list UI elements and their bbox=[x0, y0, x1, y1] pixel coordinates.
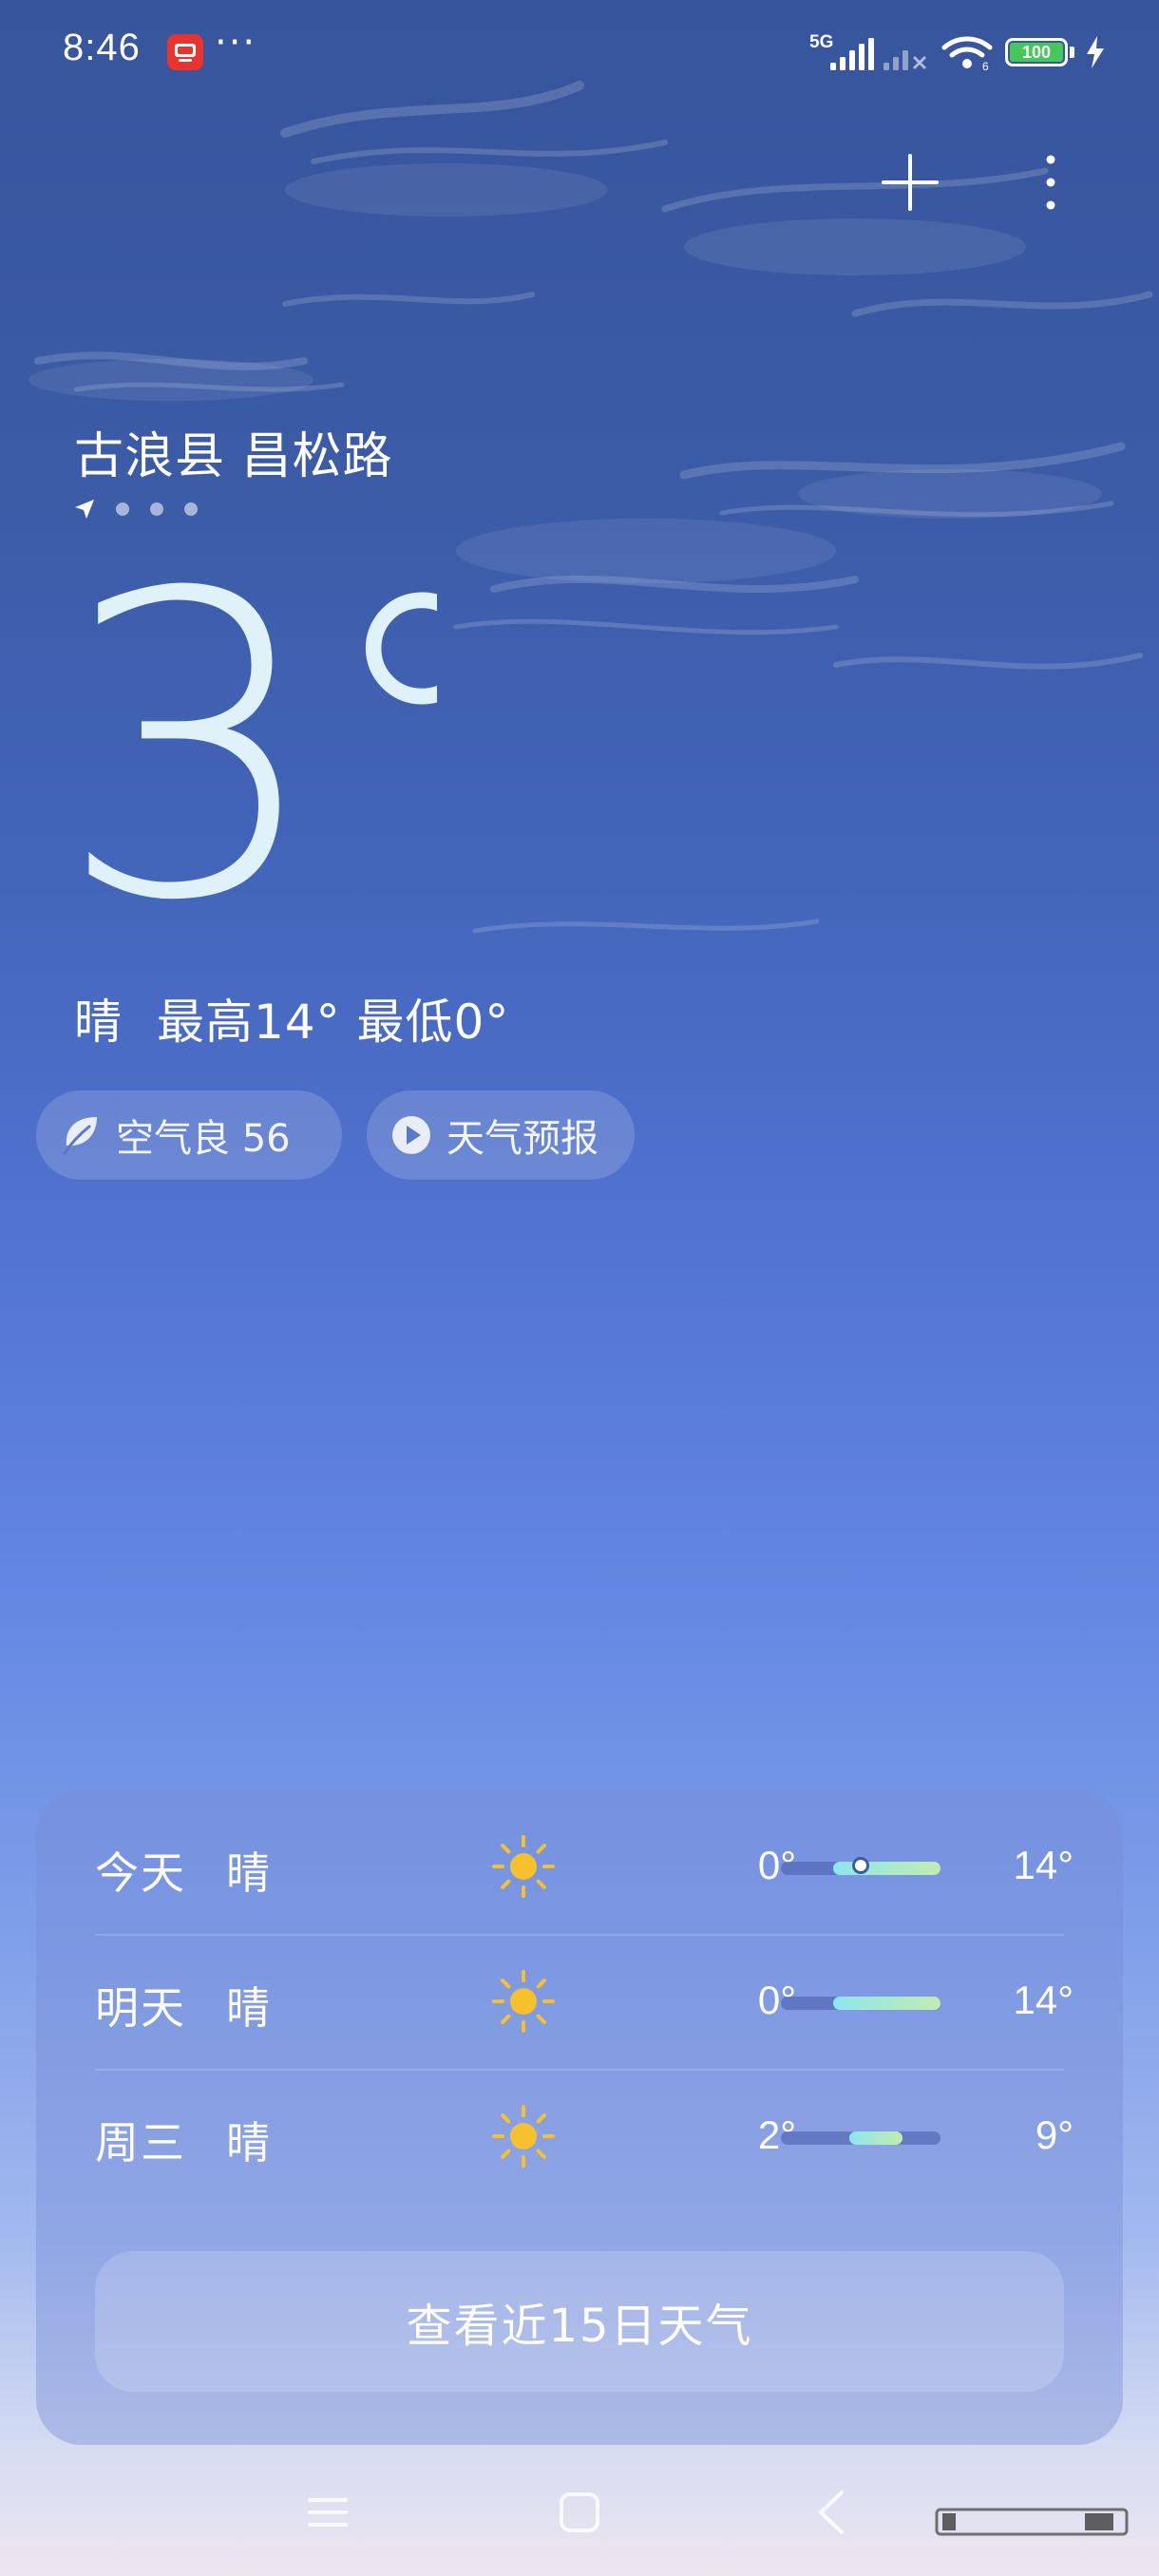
current-temperature-value: 3° bbox=[57, 541, 437, 940]
forecast-row[interactable]: 今天 晴 0° 14° bbox=[36, 1799, 1123, 1934]
weather-forecast-video-chip[interactable]: 天气预报 bbox=[367, 1090, 635, 1180]
temperature-range-fill bbox=[849, 2131, 902, 2145]
battery-tip bbox=[1070, 47, 1074, 58]
play-icon bbox=[392, 1116, 430, 1154]
forecast-row[interactable]: 周三 晴 2° 9° bbox=[36, 2069, 1123, 2204]
temperature-range-bar bbox=[781, 1857, 940, 1875]
current-temp-marker bbox=[852, 1857, 869, 1874]
page-dot bbox=[150, 502, 163, 516]
location-title[interactable]: 古浪县 昌松路 bbox=[74, 416, 393, 487]
forecast-day: 周三 bbox=[95, 2117, 186, 2169]
notification-app-icon bbox=[167, 34, 203, 70]
charging-icon bbox=[1087, 36, 1104, 68]
battery-level: 100 bbox=[1010, 43, 1063, 62]
view-15-day-forecast-button[interactable]: 查看近15日天气 bbox=[95, 2251, 1064, 2392]
forecast-condition: 晴 bbox=[226, 1847, 270, 1899]
forecast-condition: 晴 bbox=[226, 2117, 270, 2169]
air-quality-chip[interactable]: 空气良 56 bbox=[36, 1090, 342, 1180]
page-dot bbox=[116, 502, 129, 516]
temperature-range-fill bbox=[833, 1997, 940, 2010]
status-time: 8:46 bbox=[63, 27, 141, 68]
forecast-row[interactable]: 明天 晴 0° 14° bbox=[36, 1934, 1123, 2069]
app-logo-icon bbox=[175, 44, 196, 62]
forecast-day: 明天 bbox=[95, 1982, 186, 2034]
navigation-hint-icon bbox=[935, 2508, 1129, 2536]
temperature-range-bar bbox=[781, 1997, 940, 2010]
forecast-high-temp: 14° bbox=[1013, 1843, 1074, 1887]
signal-secondary-icon bbox=[884, 50, 927, 70]
forecast-day: 今天 bbox=[95, 1847, 186, 1899]
air-quality-label: 空气良 56 bbox=[116, 1117, 291, 1161]
high-low-temperature: 最高14° 最低0° bbox=[157, 994, 510, 1050]
forecast-condition: 晴 bbox=[226, 1982, 270, 2034]
forecast-high-temp: 9° bbox=[1035, 2112, 1074, 2157]
forecast-high-temp: 14° bbox=[1013, 1978, 1074, 2022]
add-city-button[interactable] bbox=[880, 152, 940, 213]
sun-icon bbox=[492, 1970, 555, 2033]
sun-icon bbox=[492, 2105, 555, 2168]
weather-forecast-label: 天气预报 bbox=[446, 1117, 598, 1161]
condition-summary: 晴最高14° 最低0° bbox=[74, 984, 509, 1052]
signal-strength-icon bbox=[830, 38, 874, 70]
current-temperature: 3° bbox=[57, 541, 437, 940]
leaf-icon bbox=[63, 1117, 97, 1155]
home-button[interactable] bbox=[546, 2479, 613, 2546]
recent-apps-button[interactable] bbox=[294, 2479, 361, 2546]
temperature-range-bar bbox=[781, 2131, 940, 2145]
city-page-indicator bbox=[74, 498, 198, 521]
location-arrow-icon bbox=[75, 500, 94, 519]
back-button[interactable] bbox=[800, 2479, 866, 2546]
page-dot bbox=[184, 502, 198, 516]
svg-text:6: 6 bbox=[982, 60, 989, 72]
status-more-icon: ··· bbox=[215, 21, 257, 65]
system-navigation-bar bbox=[0, 2470, 1159, 2576]
temperature-range-fill bbox=[833, 1862, 940, 1875]
battery-icon: 100 bbox=[1005, 38, 1068, 66]
sun-icon bbox=[492, 1835, 555, 1898]
more-options-button[interactable] bbox=[1032, 152, 1070, 213]
three-day-forecast-card: 今天 晴 0° 14° 明天 晴 0° 14° 周三 晴 2° 9° 查看近15… bbox=[36, 1790, 1123, 2445]
current-condition: 晴 bbox=[74, 994, 123, 1050]
wifi-icon: 6 bbox=[941, 36, 993, 72]
status-bar: 8:46 ··· 5G 6 100 bbox=[0, 0, 1159, 104]
